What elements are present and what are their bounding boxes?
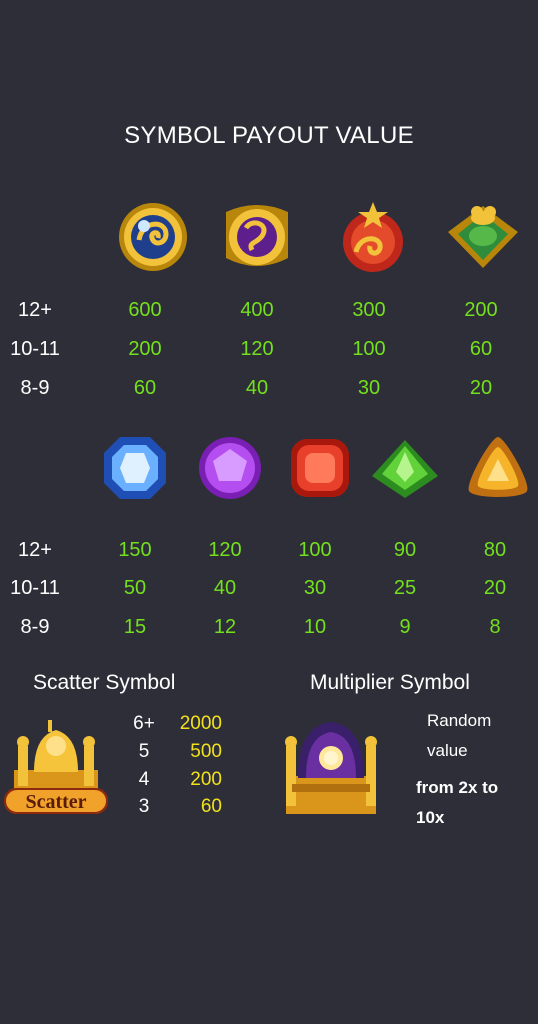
green-gem-icon [372,440,438,498]
low-row-label-10-11: 10-11 [10,577,60,599]
low-value: 150 [118,539,152,561]
high-value: 60 [469,338,493,360]
low-value: 40 [213,577,237,599]
multiplier-palace-icon [285,722,377,814]
purple-gem-icon [199,437,261,499]
gold-blue-emblem-icon [119,203,187,271]
low-value: 9 [399,616,411,638]
low-value: 20 [483,577,507,599]
scatter-value: 200 [190,769,222,790]
multiplier-desc-line4: 10x [416,808,445,827]
high-value: 40 [245,377,269,399]
low-value: 12 [213,616,237,638]
scatter-count: 3 [138,796,150,817]
high-row-label-10-11: 10-11 [10,338,60,360]
scatter-palace-icon: Scatter [4,720,108,814]
scatter-value: 2000 [179,713,222,734]
low-value: 120 [208,539,242,561]
low-value: 15 [123,616,147,638]
scatter-icon-text: Scatter [25,791,86,813]
scatter-count: 6+ [133,713,155,734]
multiplier-desc-line2: value [427,741,468,760]
multiplier-symbol-title: Multiplier Symbol [310,671,470,694]
scatter-value: 60 [200,796,222,817]
high-value: 60 [133,377,157,399]
high-value: 100 [352,338,386,360]
high-value: 20 [469,377,493,399]
scatter-count: 4 [138,769,150,790]
low-value: 25 [393,577,417,599]
red-flower-emblem-icon [343,202,403,272]
high-value: 200 [128,338,162,360]
multiplier-desc-line3: from 2x to [416,778,499,797]
low-value: 30 [303,577,327,599]
multiplier-desc-line1: Random [427,711,492,730]
high-value: 200 [464,299,498,321]
high-row-label-8-9: 8-9 [20,377,50,399]
low-row-label-8-9: 8-9 [20,616,50,638]
low-value: 80 [483,539,507,561]
high-row-label-12plus: 12+ [18,299,52,321]
low-value: 8 [489,616,501,638]
high-value: 600 [128,299,162,321]
low-value: 10 [303,616,327,638]
green-frog-emblem-icon [448,206,518,268]
blue-gem-icon [104,437,166,499]
high-value: 400 [240,299,274,321]
low-value: 100 [298,539,332,561]
high-value: 30 [357,377,381,399]
scatter-symbol-title: Scatter Symbol [33,671,176,694]
red-gem-icon [291,439,349,497]
yellow-gem-icon [468,437,528,497]
low-value: 90 [393,539,417,561]
scatter-count: 5 [138,741,150,762]
gold-purple-emblem-icon [226,205,288,266]
high-value: 300 [352,299,386,321]
low-row-label-12plus: 12+ [18,539,52,561]
low-value: 50 [123,577,147,599]
scatter-value: 500 [190,741,222,762]
page-title: SYMBOL PAYOUT VALUE [124,122,414,149]
high-value: 120 [240,338,274,360]
